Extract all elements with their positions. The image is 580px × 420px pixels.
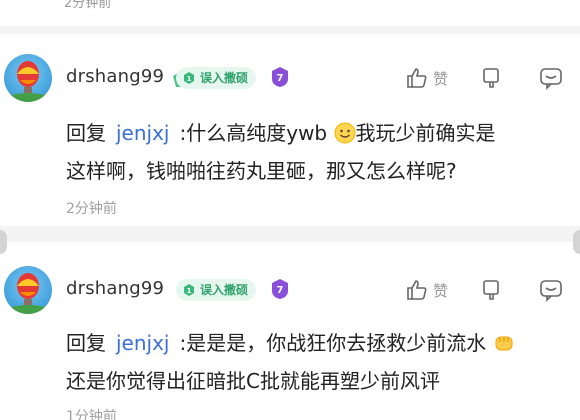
thumbs-down-icon	[481, 68, 505, 94]
left-scroll-handle[interactable]	[0, 230, 7, 254]
user-tag-label: 误入撒硕	[200, 283, 249, 297]
like-button[interactable]: 赞	[405, 64, 455, 92]
user-tag-badge[interactable]: 1 误入撒硕	[176, 67, 257, 92]
svg-text:7: 7	[277, 285, 284, 296]
right-scroll-handle[interactable]	[573, 230, 580, 254]
user-tag-badge[interactable]: 1 误入撒硕	[176, 279, 257, 304]
avatar[interactable]	[4, 54, 52, 102]
svg-text:1: 1	[187, 287, 192, 295]
smile-emoji-icon	[334, 118, 356, 144]
dislike-button[interactable]	[481, 278, 505, 306]
comment-line-1: 回复 jenjxj :是是是，你战狂你去拯救少前流水	[66, 324, 566, 362]
comment-line-2: 还是你觉得出征暗批C批就能再塑少前风评	[66, 369, 440, 393]
reply-prefix: 回复	[66, 331, 106, 355]
top-divider	[0, 26, 580, 34]
dislike-button[interactable]	[481, 66, 505, 94]
fist-emoji-icon	[493, 328, 515, 351]
reply-prefix: 回复	[66, 121, 106, 145]
gem-icon: 1	[182, 70, 196, 92]
thumbs-up-icon	[405, 66, 429, 94]
purple-shield-badge-icon: 7	[270, 66, 290, 88]
mention-link[interactable]: jenjxj	[116, 121, 170, 145]
like-button[interactable]: 赞	[405, 276, 455, 304]
thumbs-down-icon	[481, 280, 505, 306]
comment-body: 回复 jenjxj :什么高纯度ywb 我玩少前确实是 这样啊，钱啪啪往药丸里砸，那…	[66, 114, 566, 190]
comment-time: 1分钟前	[66, 409, 117, 420]
previous-comment-time: 2分钟前	[64, 0, 112, 11]
svg-text:7: 7	[277, 73, 284, 84]
purple-shield-badge-icon: 7	[270, 278, 290, 300]
comment-time: 2分钟前	[66, 201, 117, 217]
like-label: 赞	[433, 282, 449, 300]
comment-line-1: 回复 jenjxj :什么高纯度ywb 我玩少前确实是	[66, 114, 566, 152]
reply-bubble-icon	[539, 68, 563, 94]
username[interactable]: drshang99	[66, 66, 164, 87]
avatar[interactable]	[4, 266, 52, 314]
reply-button[interactable]	[539, 278, 563, 306]
mention-link[interactable]: jenjxj	[116, 331, 170, 355]
gem-icon: 1	[182, 282, 196, 304]
svg-text:1: 1	[187, 75, 192, 83]
comment-text-a: :什么高纯度ywb	[179, 121, 328, 145]
comment-body: 回复 jenjxj :是是是，你战狂你去拯救少前流水 还是你觉得出征暗批C批就能再塑…	[66, 324, 566, 400]
comment-divider	[0, 226, 580, 242]
comment-line-2: 这样啊，钱啪啪往药丸里砸，那又怎么样呢?	[66, 159, 457, 183]
thumbs-up-icon	[405, 278, 429, 306]
user-tag-label: 误入撒硕	[200, 71, 249, 85]
like-label: 赞	[433, 70, 449, 88]
reply-button[interactable]	[539, 66, 563, 94]
comment-text-a: :是是是，你战狂你去拯救少前流水	[179, 331, 487, 355]
reply-bubble-icon	[539, 280, 563, 306]
username[interactable]: drshang99	[66, 278, 164, 299]
comment-text-b: 我玩少前确实是	[355, 121, 496, 145]
